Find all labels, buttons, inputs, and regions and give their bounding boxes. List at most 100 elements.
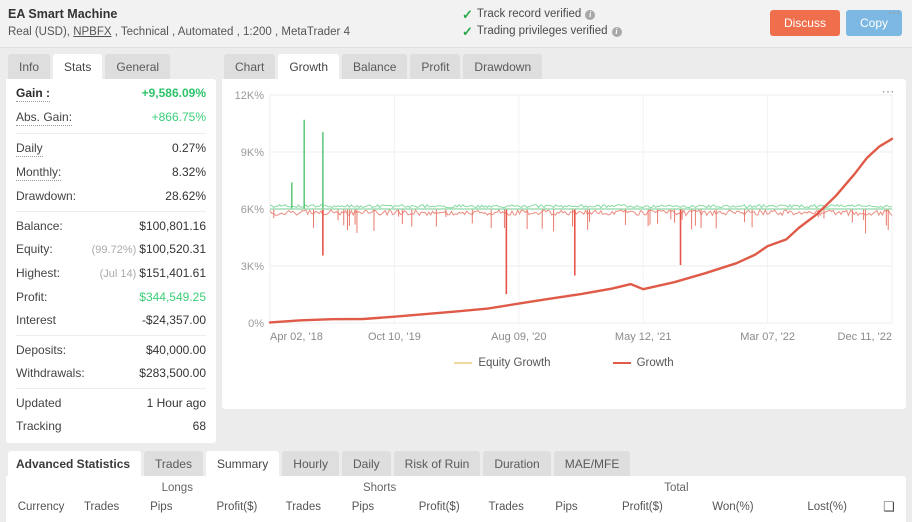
stat-label: Tracking — [16, 418, 62, 434]
page-title: EA Smart Machine — [8, 7, 350, 22]
table-header-row: Currency Trades Pips Profit($) Trades Pi… — [6, 496, 906, 522]
main-content: Info Stats General Gain : +9,586.09% Abs… — [0, 48, 912, 443]
stat-highest: Highest: (Jul 14)$151,401.61 — [16, 261, 206, 285]
svg-text:Dec 11, '22: Dec 11, '22 — [838, 331, 892, 343]
col-short-pips: Pips — [328, 496, 398, 522]
tab-general[interactable]: General — [105, 54, 170, 79]
chart-legend: Equity Growth Growth — [222, 351, 906, 369]
col-won: Won(%) — [684, 496, 783, 522]
stat-label[interactable]: Daily — [16, 140, 43, 157]
legend-label: Equity Growth — [478, 357, 550, 369]
svg-text:May 12, '21: May 12, '21 — [615, 331, 672, 343]
divider — [16, 388, 206, 389]
advanced-statistics-title: Advanced Statistics — [8, 451, 141, 476]
stat-label: Deposits: — [16, 342, 66, 358]
col-short-trades: Trades — [278, 496, 328, 522]
svg-text:0%: 0% — [248, 318, 264, 330]
stat-label: Interest — [16, 312, 56, 328]
svg-text:Apr 02, '18: Apr 02, '18 — [270, 331, 323, 343]
tab-balance[interactable]: Balance — [342, 54, 407, 79]
tab-risk-of-ruin[interactable]: Risk of Ruin — [394, 451, 481, 476]
stat-label[interactable]: Abs. Gain: — [16, 109, 72, 126]
svg-text:Oct 10, '19: Oct 10, '19 — [368, 331, 421, 343]
group-header-total: Total — [481, 476, 872, 496]
table-group-header-row: Longs Shorts Total — [6, 476, 906, 496]
stat-prefix: (Jul 14) — [100, 268, 137, 280]
legend-item-equity-growth[interactable]: Equity Growth — [454, 357, 550, 369]
tab-summary[interactable]: Summary — [206, 451, 279, 476]
advanced-statistics-section: Advanced Statistics Trades Summary Hourl… — [0, 443, 912, 522]
svg-text:Mar 07, '22: Mar 07, '22 — [740, 331, 795, 343]
stat-profit: Profit: $344,549.25 — [16, 285, 206, 308]
advanced-statistics-tabs: Advanced Statistics Trades Summary Hourl… — [6, 451, 906, 476]
stats-tabs: Info Stats General — [6, 54, 216, 79]
tab-duration[interactable]: Duration — [483, 451, 550, 476]
stat-value: $344,549.25 — [139, 289, 206, 305]
svg-text:6K%: 6K% — [241, 204, 264, 216]
tab-info[interactable]: Info — [8, 54, 50, 79]
divider — [16, 133, 206, 134]
verification-label: Track record verified — [477, 7, 581, 22]
tab-chart[interactable]: Chart — [224, 54, 275, 79]
legend-swatch — [454, 362, 472, 364]
tab-daily[interactable]: Daily — [342, 451, 391, 476]
info-icon[interactable]: i — [612, 27, 622, 37]
col-lost: Lost(%) — [782, 496, 872, 522]
broker-link[interactable]: NPBFX — [73, 26, 111, 38]
col-long-profit: Profit($) — [195, 496, 278, 522]
stat-value: $40,000.00 — [146, 342, 206, 358]
stat-label: Highest: — [16, 265, 60, 281]
tab-hourly[interactable]: Hourly — [282, 451, 339, 476]
stat-withdrawals: Withdrawals: $283,500.00 — [16, 361, 206, 384]
account-meta-prefix: Real (USD), — [8, 26, 73, 38]
tab-stats[interactable]: Stats — [53, 54, 102, 79]
stat-value: 8.32% — [172, 164, 206, 180]
col-total-trades: Trades — [481, 496, 532, 522]
account-meta: Real (USD), NPBFX , Technical , Automate… — [8, 24, 350, 40]
svg-text:12K%: 12K% — [235, 90, 265, 102]
stat-gain: Gain : +9,586.09% — [16, 81, 206, 105]
svg-text:3K%: 3K% — [241, 261, 264, 273]
stat-interest: Interest -$24,357.00 — [16, 308, 206, 331]
verification-row-trading-privileges: ✓ Trading privileges verified i — [462, 24, 622, 39]
discuss-button[interactable]: Discuss — [770, 10, 840, 36]
legend-label: Growth — [637, 357, 674, 369]
stat-drawdown: Drawdown: 28.62% — [16, 184, 206, 207]
tab-profit[interactable]: Profit — [410, 54, 460, 79]
stat-abs-gain: Abs. Gain: +866.75% — [16, 105, 206, 129]
tab-mae-mfe[interactable]: MAE/MFE — [554, 451, 631, 476]
chart-panel: ⋯ 0%3K%6K%9K%12K%Apr 02, '18Oct 10, '19A… — [222, 79, 906, 409]
stat-daily: Daily 0.27% — [16, 136, 206, 160]
check-icon: ✓ — [462, 8, 473, 21]
group-header-blank — [6, 476, 76, 496]
stat-deposits: Deposits: $40,000.00 — [16, 338, 206, 361]
stat-label[interactable]: Gain : — [16, 85, 50, 102]
stat-value: 68 — [193, 418, 206, 434]
stat-label: Equity: — [16, 241, 53, 257]
col-short-profit: Profit($) — [398, 496, 481, 522]
stat-value: $100,801.16 — [139, 218, 206, 234]
stat-value: $283,500.00 — [139, 365, 206, 381]
stat-value: -$24,357.00 — [142, 312, 206, 328]
verification-label: Trading privileges verified — [477, 24, 608, 39]
tab-drawdown[interactable]: Drawdown — [463, 54, 542, 79]
stat-balance: Balance: $100,801.16 — [16, 214, 206, 237]
divider — [16, 211, 206, 212]
stat-label[interactable]: Monthly: — [16, 164, 61, 181]
stat-value-wrap: (99.72%)$100,520.31 — [92, 241, 206, 258]
legend-item-growth[interactable]: Growth — [613, 357, 674, 369]
stats-sidebar: Info Stats General Gain : +9,586.09% Abs… — [6, 54, 216, 443]
copy-layers-icon[interactable]: ❑ — [872, 496, 906, 522]
chart-section: Chart Growth Balance Profit Drawdown ⋯ 0… — [222, 54, 906, 443]
chart-svg: 0%3K%6K%9K%12K%Apr 02, '18Oct 10, '19Aug… — [230, 87, 898, 349]
stat-value: +866.75% — [152, 109, 206, 125]
ellipsis-icon[interactable]: ⋯ — [888, 8, 903, 18]
info-icon[interactable]: i — [585, 10, 595, 20]
svg-text:9K%: 9K% — [241, 147, 264, 159]
tab-growth[interactable]: Growth — [278, 54, 339, 79]
stat-value: 1 Hour ago — [147, 395, 206, 411]
stat-prefix: (99.72%) — [92, 244, 137, 256]
stat-updated: Updated 1 Hour ago — [16, 391, 206, 414]
tab-trades[interactable]: Trades — [144, 451, 203, 476]
stat-value: 28.62% — [165, 188, 206, 204]
